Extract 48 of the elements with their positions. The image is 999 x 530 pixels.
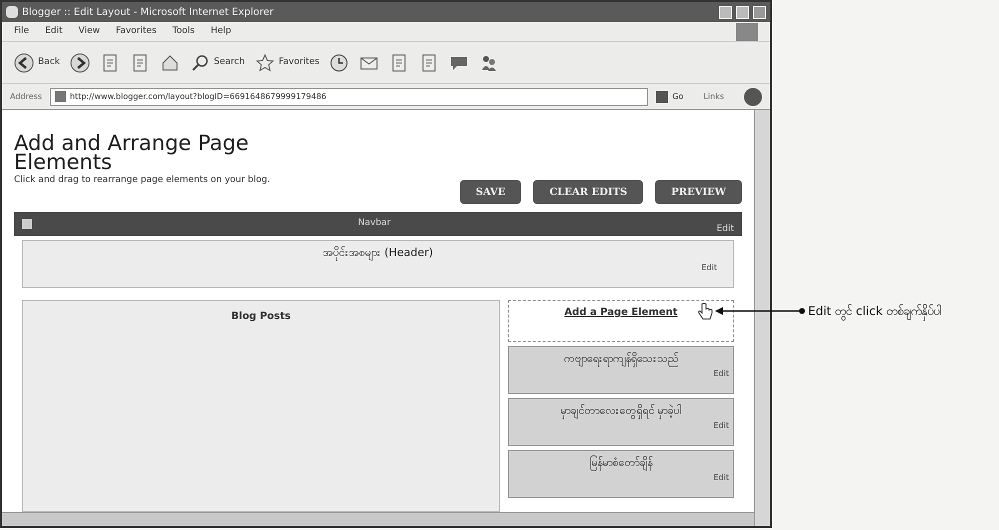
annotation-text: Edit တွင် click တစ်ချက်နှိပ်ပါ bbox=[808, 302, 940, 320]
window-title: Blogger :: Edit Layout - Microsoft Internet Explorer bbox=[22, 6, 274, 20]
menu-item[interactable]: Edit bbox=[45, 24, 62, 38]
page-title: Add and Arrange Page Elements bbox=[14, 134, 250, 172]
toolbar-label[interactable]: Favorites bbox=[278, 56, 320, 70]
square-icon bbox=[22, 219, 32, 229]
address-field[interactable]: http://www.blogger.com/layout?blogID=6691648679999179486 bbox=[50, 88, 648, 106]
gadget-label: မြန်မာစံတော်ချိန် bbox=[588, 455, 654, 472]
horizontal-scrollbar[interactable] bbox=[2, 512, 754, 526]
menu-item[interactable]: Help bbox=[210, 24, 232, 38]
gadget-element[interactable]: မြန်မာစံတော်ချိန် Edit bbox=[508, 450, 734, 498]
menu-item[interactable]: View bbox=[78, 24, 100, 38]
vertical-scrollbar[interactable] bbox=[754, 110, 770, 526]
header-element[interactable]: အပိုင်းအစများ (Header) Edit bbox=[22, 240, 734, 288]
menu-item[interactable]: File bbox=[14, 24, 30, 38]
pointer-hand-icon bbox=[697, 303, 713, 321]
action-button[interactable]: SAVE bbox=[460, 180, 522, 204]
header-label: အပိုင်းအစများ (Header) bbox=[322, 245, 434, 262]
gadget-element[interactable]: ကဗျာရေးရာကျန်ရှိသေးသည် Edit bbox=[508, 346, 734, 394]
house-icon[interactable] bbox=[160, 52, 180, 72]
gadget-element[interactable]: မှာချင်တာလေးတွေရှိရင် မှာခဲ့ပါ Edit bbox=[508, 398, 734, 446]
action-button[interactable]: PREVIEW bbox=[655, 180, 742, 204]
menu-item[interactable]: Favorites bbox=[116, 24, 157, 38]
close-button[interactable] bbox=[753, 6, 766, 18]
toolbar-label[interactable]: Back bbox=[38, 56, 60, 70]
page-subtitle: Click and drag to rearrange page elements on your blog. bbox=[14, 174, 272, 187]
edit-link[interactable]: Edit bbox=[716, 222, 734, 236]
go-button[interactable]: Go bbox=[656, 90, 684, 102]
maximize-button[interactable] bbox=[736, 6, 749, 18]
clock-icon[interactable] bbox=[329, 52, 350, 72]
navbar-label: Navbar bbox=[357, 217, 392, 230]
blog-posts-element[interactable]: Blog Posts bbox=[22, 300, 500, 512]
edit-link[interactable]: Edit bbox=[714, 420, 729, 432]
add-page-element-link[interactable]: Add a Page Element bbox=[564, 305, 678, 341]
toolbar-label[interactable]: Search bbox=[214, 56, 245, 70]
action-button[interactable]: CLEAR EDITS bbox=[533, 180, 644, 204]
search-icon[interactable] bbox=[190, 52, 210, 72]
edit-link[interactable]: Edit bbox=[714, 472, 729, 484]
gadget-label: မှာချင်တာလေးတွေရှိရင် မှာခဲ့ပါ bbox=[513, 403, 729, 420]
edit-link[interactable]: Edit bbox=[714, 368, 729, 380]
minimize-button[interactable] bbox=[719, 6, 732, 18]
toolbar-icon[interactable] bbox=[744, 88, 762, 106]
gadget-label: ကဗျာရေးရာကျန်ရှိသေးသည် bbox=[513, 351, 729, 368]
address-label: Address bbox=[10, 90, 42, 102]
links-button[interactable]: Links bbox=[691, 90, 736, 102]
edit-link[interactable]: Edit bbox=[702, 262, 717, 274]
menu-item[interactable]: Tools bbox=[172, 24, 195, 38]
star-icon[interactable] bbox=[254, 52, 275, 72]
